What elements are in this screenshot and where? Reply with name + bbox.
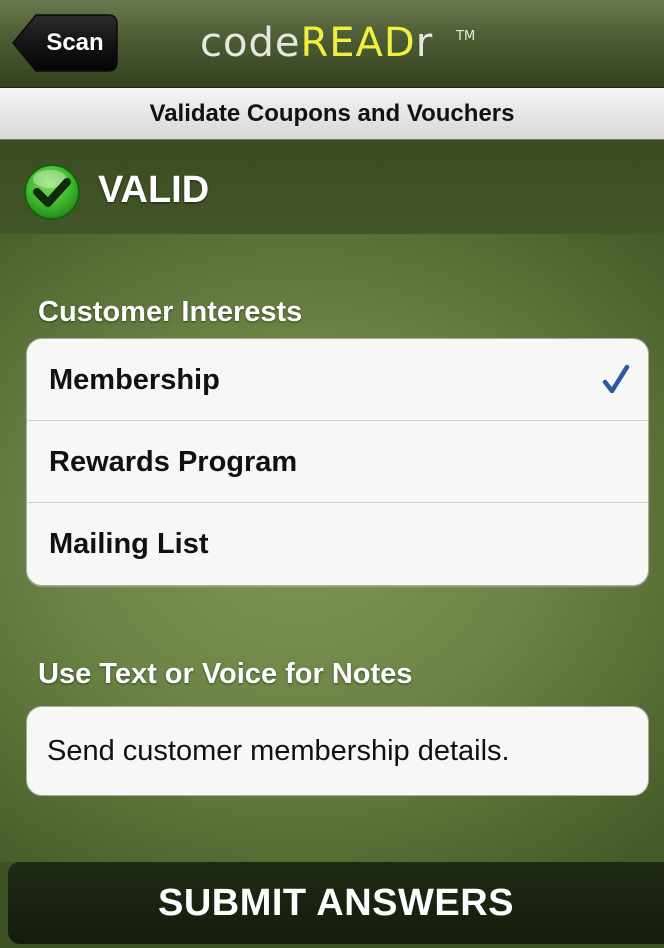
- logo-read-text: READ: [300, 20, 416, 66]
- logo-code-text: code: [200, 20, 301, 66]
- scan-back-button[interactable]: Scan: [12, 14, 118, 72]
- validation-status-banner: VALID: [0, 140, 664, 234]
- notes-field[interactable]: Send customer membership details.: [26, 706, 649, 796]
- submit-answers-button[interactable]: SUBMIT ANSWERS: [8, 862, 664, 944]
- customer-interests-list: Membership Rewards Program Mailing List: [26, 338, 649, 586]
- list-item-label: Membership: [49, 364, 220, 396]
- list-item-membership[interactable]: Membership: [27, 339, 648, 421]
- app-logo: codeREADr TM: [200, 18, 475, 68]
- notes-text: Send customer membership details.: [47, 735, 510, 767]
- valid-status-text: VALID: [98, 169, 210, 211]
- customer-interests-label: Customer Interests: [38, 296, 303, 328]
- page-title: Validate Coupons and Vouchers: [0, 88, 664, 140]
- logo-trademark: TM: [456, 29, 476, 44]
- submit-area: SUBMIT ANSWERS: [0, 862, 664, 948]
- navigation-bar: Scan codeREADr TM: [0, 0, 664, 88]
- screen: Scan codeREADr TM Validate Coupons and V…: [0, 0, 664, 948]
- checkmark-icon: [602, 364, 630, 394]
- logo-r-text: r: [415, 20, 434, 66]
- list-item-label: Mailing List: [49, 528, 209, 560]
- list-item-mailing-list[interactable]: Mailing List: [27, 503, 648, 585]
- list-item-label: Rewards Program: [49, 446, 298, 478]
- notes-label: Use Text or Voice for Notes: [38, 658, 413, 690]
- scan-back-label: Scan: [46, 29, 104, 56]
- list-item-rewards-program[interactable]: Rewards Program: [27, 421, 648, 503]
- green-check-circle-icon: [24, 164, 80, 220]
- main-content: Customer Interests Membership Rewards Pr…: [0, 234, 664, 862]
